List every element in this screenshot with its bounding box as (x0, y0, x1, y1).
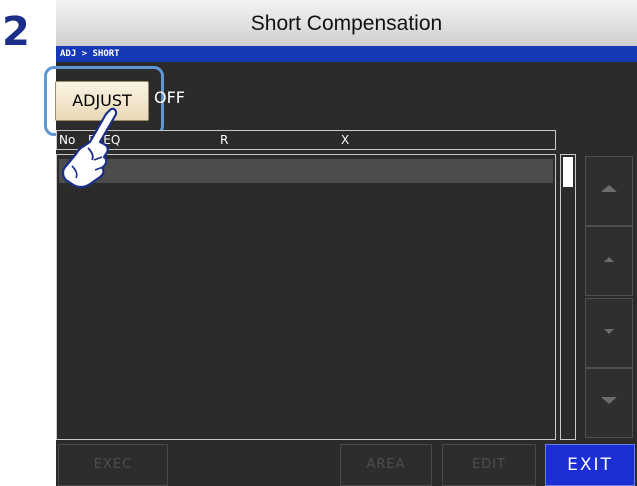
list-header: No FREQ R X (56, 130, 556, 150)
step-number: 2 (2, 9, 30, 55)
scrollbar[interactable] (560, 154, 576, 440)
exec-button[interactable]: EXEC (58, 444, 168, 486)
pointing-hand-icon (61, 107, 118, 189)
breadcrumb: ADJ > SHORT (56, 46, 637, 62)
scroll-thumb[interactable] (563, 157, 573, 187)
compensation-list[interactable] (56, 154, 556, 440)
edit-button[interactable]: EDIT (442, 444, 536, 486)
column-r: R (220, 133, 229, 147)
scroll-up-button[interactable] (585, 226, 633, 296)
triangle-down-icon (601, 397, 617, 404)
triangle-up-icon (601, 185, 617, 192)
window-title: Short Compensation (56, 0, 637, 46)
column-x: X (341, 133, 350, 147)
scroll-down-button[interactable] (585, 298, 633, 368)
adjust-state: OFF (154, 88, 185, 107)
area-button[interactable]: AREA (340, 444, 432, 486)
page-down-button[interactable] (585, 368, 633, 438)
triangle-up-small-icon (604, 257, 614, 262)
page-up-button[interactable] (585, 156, 633, 226)
list-item-selected[interactable] (59, 159, 553, 183)
exit-button[interactable]: EXIT (545, 444, 635, 486)
triangle-down-small-icon (604, 329, 614, 334)
